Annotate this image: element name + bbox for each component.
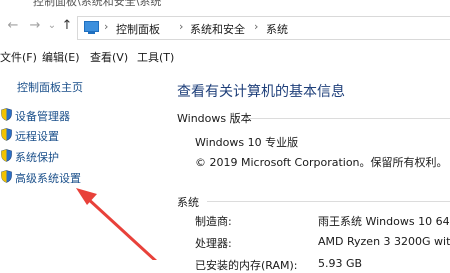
main-panel: 查看有关计算机的基本信息 Windows 版本 Windows 10 专业版 ©… xyxy=(165,66,450,272)
sidebar-item-advanced-settings[interactable]: 高级系统设置 xyxy=(0,169,160,185)
menu-bar: 文件(F) 编辑(E) 查看(V) 工具(T) xyxy=(0,44,450,66)
processor-label: 处理器: xyxy=(195,237,232,250)
menu-file[interactable]: 文件(F) xyxy=(0,49,37,65)
windows-edition-value: Windows 10 专业版 xyxy=(195,136,299,149)
breadcrumb-separator: › xyxy=(179,20,184,33)
manufacturer-label: 制造商: xyxy=(195,215,232,228)
processor-value: AMD Ryzen 3 3200G with R xyxy=(318,235,450,248)
sidebar-item-label: 设备管理器 xyxy=(15,110,70,123)
window-title: 控制面板\系统和安全\系统 xyxy=(33,0,162,8)
breadcrumb-control-panel[interactable]: 控制面板 xyxy=(116,21,160,37)
menu-tools[interactable]: 工具(T) xyxy=(137,49,174,65)
sidebar-item-system-protection[interactable]: 系统保护 xyxy=(0,148,160,164)
section-divider xyxy=(207,201,450,202)
control-panel-icon xyxy=(84,21,99,34)
breadcrumb-system[interactable]: 系统 xyxy=(266,21,288,37)
sidebar-item-label: 高级系统设置 xyxy=(15,172,81,185)
menu-edit[interactable]: 编辑(E) xyxy=(42,49,80,65)
up-arrow-icon[interactable]: ↑ xyxy=(60,18,74,34)
copyright-text: © 2019 Microsoft Corporation。保留所有权利。 xyxy=(195,156,448,169)
sidebar-home-link[interactable]: 控制面板主页 xyxy=(17,79,83,95)
breadcrumb-separator: › xyxy=(104,20,109,33)
forward-arrow-icon[interactable]: → xyxy=(28,18,42,34)
shield-icon xyxy=(1,108,12,121)
section-divider xyxy=(245,118,450,119)
navigation-bar: ← → ⌄ ↑ › 控制面板 › 系统和安全 › 系统 xyxy=(0,10,450,45)
shield-icon xyxy=(1,149,12,162)
page-title: 查看有关计算机的基本信息 xyxy=(177,84,345,100)
address-bar[interactable]: › 控制面板 › 系统和安全 › 系统 xyxy=(77,16,450,40)
windows-edition-section-title: Windows 版本 xyxy=(177,112,252,125)
shield-icon xyxy=(1,170,12,183)
back-arrow-icon[interactable]: ← xyxy=(6,18,20,34)
menu-view[interactable]: 查看(V) xyxy=(90,49,128,65)
breadcrumb-separator: › xyxy=(254,20,259,33)
system-section-title: 系统 xyxy=(177,196,199,209)
manufacturer-value: 雨王系统 Windows 10 64位 xyxy=(318,215,450,228)
sidebar-item-label: 远程设置 xyxy=(15,130,59,143)
recent-locations-icon[interactable]: ⌄ xyxy=(45,18,59,34)
sidebar-item-device-manager[interactable]: 设备管理器 xyxy=(0,107,160,123)
memory-label: 已安装的内存(RAM): xyxy=(195,259,298,272)
sidebar-item-label: 系统保护 xyxy=(15,151,59,164)
breadcrumb-system-security[interactable]: 系统和安全 xyxy=(190,21,245,37)
sidebar: 控制面板主页 设备管理器 远程设置 系统保护 高级系统设置 xyxy=(0,66,165,260)
window-titlebar: 控制面板\系统和安全\系统 xyxy=(0,0,450,9)
sidebar-item-remote-settings[interactable]: 远程设置 xyxy=(0,127,160,143)
memory-value: 5.93 GB xyxy=(318,257,363,270)
shield-icon xyxy=(1,128,12,141)
